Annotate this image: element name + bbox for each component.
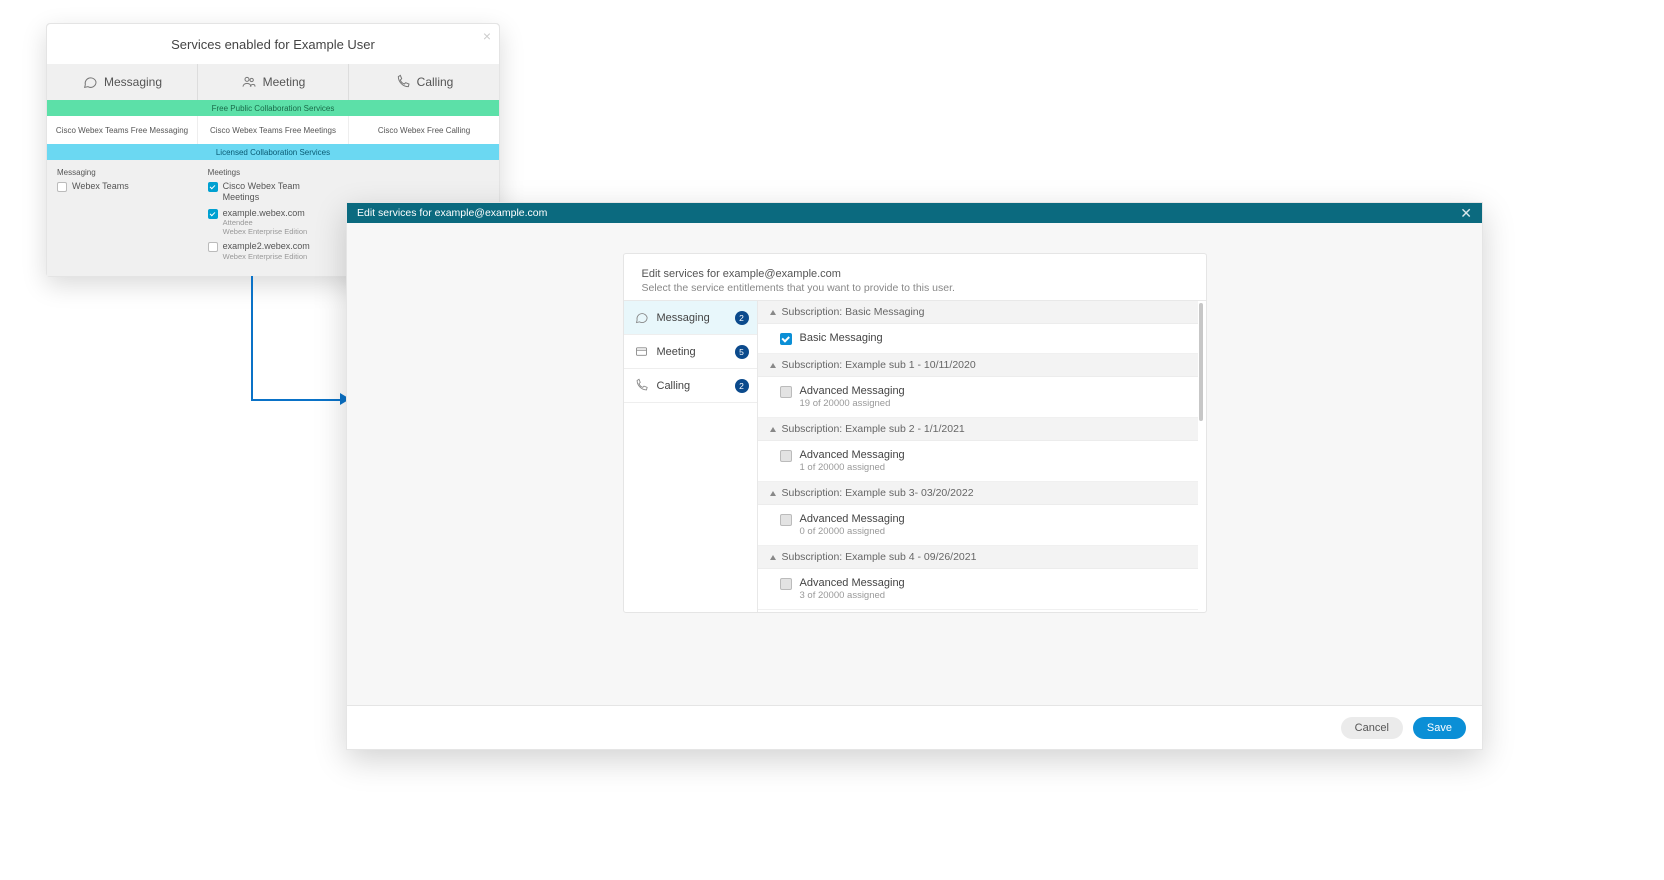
- entitlement-option[interactable]: Advanced Messaging3 of 20000 assigned: [758, 569, 1198, 610]
- scrollbar-thumb[interactable]: [1199, 303, 1203, 421]
- license-item[interactable]: example2.webex.comWebex Enterprise Editi…: [208, 241, 339, 261]
- option-label: Basic Messaging: [800, 332, 883, 344]
- messaging-icon: [634, 310, 649, 325]
- dialog-header: Edit services for example@example.com ✕: [347, 203, 1482, 223]
- option-subtext: 19 of 20000 assigned: [800, 398, 905, 409]
- subscription-group-header[interactable]: Subscription: Basic Messaging: [758, 301, 1198, 324]
- chevron-up-icon: [770, 363, 776, 368]
- close-icon[interactable]: ✕: [1460, 205, 1472, 222]
- licensed-col-messaging: Messaging Webex Teams: [47, 168, 198, 266]
- transition-arrow: [251, 276, 344, 401]
- license-item-label: Webex Teams: [72, 181, 129, 192]
- licensed-col-meetings: Meetings Cisco Webex Team Meetings exampl…: [198, 168, 349, 266]
- panel-main: Messaging 2 Meeting 5 Calling 2 Subscription:…: [624, 300, 1206, 612]
- category-sidebar: Messaging 2 Meeting 5 Calling 2: [624, 301, 758, 612]
- option-subtext: 3 of 20000 assigned: [800, 590, 905, 601]
- edit-services-dialog: Edit services for example@example.com ✕ …: [346, 202, 1483, 750]
- license-item[interactable]: example.webex.comAttendeeWebex Enterpris…: [208, 208, 339, 237]
- option-subtext: 0 of 20000 assigned: [800, 526, 905, 537]
- tab-label: Messaging: [104, 75, 162, 89]
- services-panel: Edit services for example@example.com Se…: [623, 253, 1207, 613]
- entitlement-option[interactable]: Advanced Messaging0 of 20000 assigned: [758, 505, 1198, 546]
- free-services-band: Free Public Collaboration Services: [47, 100, 499, 116]
- col-heading: Messaging: [57, 168, 188, 177]
- count-badge: 5: [735, 345, 749, 359]
- checkbox[interactable]: [780, 450, 792, 462]
- sidebar-item-label: Meeting: [657, 346, 696, 358]
- option-label: Advanced Messaging3 of 20000 assigned: [800, 577, 905, 601]
- chevron-up-icon: [770, 310, 776, 315]
- license-item-label: Cisco Webex Team Meetings: [223, 181, 339, 203]
- sidebar-item-label: Messaging: [657, 312, 710, 324]
- checkbox[interactable]: [208, 182, 218, 192]
- subscription-group-header[interactable]: Subscription: Example sub 4 - 09/26/2021: [758, 546, 1198, 569]
- checkbox[interactable]: [208, 242, 218, 252]
- tab-label: Meeting: [263, 75, 306, 89]
- free-services-row: Cisco Webex Teams Free Messaging Cisco W…: [47, 116, 499, 144]
- close-icon[interactable]: ×: [483, 28, 491, 44]
- group-title: Subscription: Basic Messaging: [782, 306, 925, 318]
- count-badge: 2: [735, 379, 749, 393]
- people-icon: [241, 74, 257, 90]
- save-button[interactable]: Save: [1413, 717, 1466, 739]
- checkbox[interactable]: [780, 386, 792, 398]
- cancel-button[interactable]: Cancel: [1341, 717, 1403, 739]
- licensed-services-band: Licensed Collaboration Services: [47, 144, 499, 160]
- sidebar-item-calling[interactable]: Calling 2: [624, 369, 757, 403]
- license-item[interactable]: Webex Teams: [57, 181, 188, 192]
- panel-subtitle: Select the service entitlements that you…: [642, 282, 1188, 294]
- chat-bubble-icon: [82, 74, 98, 90]
- checkbox[interactable]: [57, 182, 67, 192]
- checkbox[interactable]: [208, 209, 218, 219]
- chevron-up-icon: [770, 555, 776, 560]
- tab-meeting[interactable]: Meeting: [198, 64, 349, 100]
- content-area: Subscription: Basic Messaging Basic Messa…: [758, 301, 1206, 612]
- entitlement-option[interactable]: Advanced Messaging19 of 20000 assigned: [758, 377, 1198, 418]
- free-cell: Cisco Webex Teams Free Messaging: [47, 116, 198, 144]
- old-dialog-title: Services enabled for Example User: [171, 37, 375, 52]
- license-item[interactable]: Cisco Webex Team Meetings: [208, 181, 339, 203]
- sidebar-item-messaging[interactable]: Messaging 2: [624, 301, 757, 335]
- col-heading: Meetings: [208, 168, 339, 177]
- sidebar-item-meeting[interactable]: Meeting 5: [624, 335, 757, 369]
- phone-icon: [395, 74, 411, 90]
- calling-icon: [634, 378, 649, 393]
- free-cell: Cisco Webex Teams Free Meetings: [198, 116, 349, 144]
- option-subtext: 1 of 20000 assigned: [800, 462, 905, 473]
- count-badge: 2: [735, 311, 749, 325]
- group-title: Subscription: Example sub 3- 03/20/2022: [782, 487, 974, 499]
- free-cell: Cisco Webex Free Calling: [349, 116, 499, 144]
- dialog-body: Edit services for example@example.com Se…: [347, 223, 1482, 705]
- dialog-title: Edit services for example@example.com: [357, 207, 547, 219]
- tab-label: Calling: [417, 75, 454, 89]
- tab-calling[interactable]: Calling: [349, 64, 499, 100]
- chevron-up-icon: [770, 427, 776, 432]
- group-title: Subscription: Example sub 4 - 09/26/2021: [782, 551, 977, 563]
- tab-messaging[interactable]: Messaging: [47, 64, 198, 100]
- checkbox[interactable]: [780, 333, 792, 345]
- license-item-label: example2.webex.comWebex Enterprise Editi…: [223, 241, 310, 261]
- group-title: Subscription: Example sub 1 - 10/11/2020: [782, 359, 976, 371]
- dialog-footer: Cancel Save: [347, 705, 1482, 749]
- meeting-icon: [634, 344, 649, 359]
- chevron-up-icon: [770, 491, 776, 496]
- entitlement-option[interactable]: Advanced Messaging1 of 20000 assigned: [758, 441, 1198, 482]
- option-label: Advanced Messaging1 of 20000 assigned: [800, 449, 905, 473]
- checkbox[interactable]: [780, 578, 792, 590]
- group-title: Subscription: Example sub 2 - 1/1/2021: [782, 423, 965, 435]
- subscription-group-header[interactable]: Subscription: Example sub 2 - 1/1/2021: [758, 418, 1198, 441]
- panel-header: Edit services for example@example.com Se…: [624, 254, 1206, 300]
- checkbox[interactable]: [780, 514, 792, 526]
- old-dialog-header: Services enabled for Example User ×: [47, 24, 499, 64]
- sidebar-item-label: Calling: [657, 380, 691, 392]
- license-item-label: example.webex.comAttendeeWebex Enterpris…: [223, 208, 308, 237]
- subscription-group-header[interactable]: Subscription: Example sub 3- 03/20/2022: [758, 482, 1198, 505]
- subscription-group-header[interactable]: Subscription: Example sub 1 - 10/11/2020: [758, 354, 1198, 377]
- panel-title: Edit services for example@example.com: [642, 268, 1188, 280]
- option-label: Advanced Messaging0 of 20000 assigned: [800, 513, 905, 537]
- old-dialog-tabs: Messaging Meeting Calling: [47, 64, 499, 100]
- entitlement-option[interactable]: Basic Messaging: [758, 324, 1198, 354]
- option-label: Advanced Messaging19 of 20000 assigned: [800, 385, 905, 409]
